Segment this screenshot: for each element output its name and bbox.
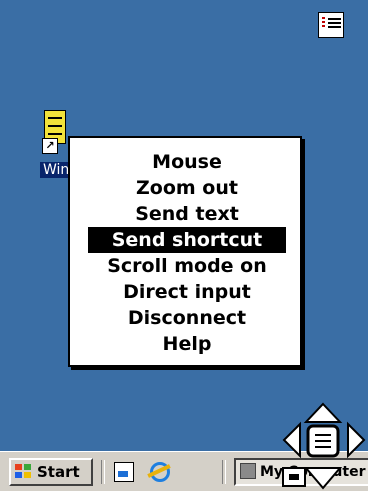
- left-arrow-icon[interactable]: [282, 421, 301, 459]
- start-button[interactable]: Start: [9, 458, 93, 486]
- internet-explorer-icon[interactable]: [150, 462, 170, 482]
- taskbar-separator: [222, 460, 226, 484]
- menu-item-mouse[interactable]: Mouse: [88, 149, 286, 175]
- context-menu: Mouse Zoom out Send text Send shortcut S…: [68, 136, 302, 367]
- menu-item-help[interactable]: Help: [88, 331, 286, 357]
- list-icon[interactable]: [318, 12, 344, 38]
- menu-item-disconnect[interactable]: Disconnect: [88, 305, 286, 331]
- start-label: Start: [37, 463, 80, 481]
- taskbar-separator: [101, 460, 105, 484]
- menu-item-zoom-out[interactable]: Zoom out: [88, 175, 286, 201]
- menu-item-send-text[interactable]: Send text: [88, 201, 286, 227]
- up-arrow-icon[interactable]: [303, 402, 343, 423]
- down-arrow-icon[interactable]: [303, 467, 343, 490]
- menu-item-direct-input[interactable]: Direct input: [88, 279, 286, 305]
- windows-logo-icon: [15, 464, 33, 480]
- show-desktop-icon[interactable]: [114, 462, 134, 482]
- menu-item-send-shortcut[interactable]: Send shortcut: [88, 227, 286, 253]
- shortcut-arrow-icon: ↗: [42, 138, 58, 154]
- menu-item-scroll-mode-on[interactable]: Scroll mode on: [88, 253, 286, 279]
- navigation-pad: [282, 402, 366, 490]
- computer-icon: [240, 463, 256, 479]
- right-arrow-icon[interactable]: [347, 421, 366, 459]
